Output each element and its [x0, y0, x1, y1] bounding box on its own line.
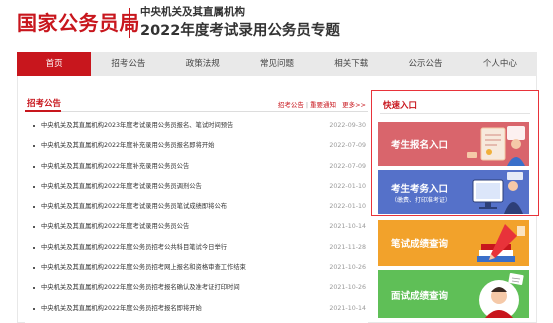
notice-title[interactable]: 中央机关及其直属机构2022年度考试录用公务员调剂公告 [41, 177, 202, 197]
quick-entry-divider [380, 113, 530, 114]
nav-item-home[interactable]: 首页 [17, 52, 92, 76]
topic-title: 2022年度考试录用公务员专题 [140, 23, 340, 39]
notice-panel-header: 招考公告 招考公告 | 重要通知 更多>> [25, 96, 368, 112]
notice-item[interactable]: 中央机关及其直属机构2022年度公务员招考报名即将开始 2021-10-14 [25, 299, 368, 319]
quick-entry-title: 快速入口 [383, 101, 418, 111]
org-name: 中央机关及其直属机构 [140, 6, 245, 18]
link-separator: | [305, 101, 309, 109]
notice-date: 2022-01-10 [329, 203, 366, 211]
header-divider [129, 8, 130, 38]
notice-title[interactable]: 中央机关及其直属机构2022年度公务员招考公共科目笔试今日举行 [41, 238, 227, 258]
title-underline [25, 110, 61, 112]
notice-date: 2022-01-10 [329, 182, 366, 190]
bullet [33, 287, 35, 290]
link-announcements[interactable]: 招考公告 [278, 101, 304, 109]
notice-date: 2021-11-28 [329, 243, 366, 251]
bullet [33, 307, 35, 310]
written-score-query-label: 笔试成绩查询 [391, 239, 449, 250]
bullet [33, 206, 35, 209]
site-title[interactable]: 国家公务员局 [17, 7, 140, 36]
exam-affairs-label: 考生考务入口 [391, 184, 449, 195]
notice-date: 2021-10-26 [329, 284, 366, 292]
exam-affairs-button[interactable]: 考生考务入口 （缴费、打印准考证） [378, 170, 529, 214]
nav-item-policies[interactable]: 政策法规 [166, 52, 240, 76]
link-spacer [338, 101, 340, 109]
bullet [33, 226, 35, 229]
applicant-registration-button[interactable]: 考生报名入口 [378, 122, 529, 166]
notice-title[interactable]: 中央机关及其直属机构2022年度考试录用公务员笔试成绩即将公布 [41, 197, 227, 217]
bullet [33, 125, 35, 127]
interview-score-query-button[interactable]: 面试成绩查询 [378, 270, 529, 318]
books-pencil-icon [477, 224, 525, 262]
nav-item-downloads[interactable]: 相关下载 [314, 52, 388, 76]
notice-item[interactable]: 中央机关及其直属机构2022年度公务员招考公共科目笔试今日举行 2021-11-2… [25, 238, 368, 258]
interviewee-icon [479, 273, 524, 318]
notice-title[interactable]: 中央机关及其直属机构2022年度公务员招考报名确认及准考证打印时间 [41, 278, 240, 298]
notice-title[interactable]: 中央机关及其直属机构2022年度补充录用公务员报名即将开始 [41, 136, 214, 156]
notice-item[interactable]: 中央机关及其直属机构2022年度考试录用公务员笔试成绩即将公布 2022-01-1… [25, 197, 368, 217]
bullet [33, 145, 35, 148]
notice-title[interactable]: 中央机关及其直属机构2022年度公务员招考网上报名和资格审查工作结束 [41, 258, 246, 278]
notice-list: 中央机关及其直属机构2023年度考试录用公务员报名、笔试时间预告 2022-09-… [25, 116, 368, 319]
notice-item[interactable]: 中央机关及其直属机构2022年度考试录用公务员公告 2021-10-14 [25, 217, 368, 237]
notice-item[interactable]: 中央机关及其直属机构2022年度公务员招考网上报名和资格审查工作结束 2021-1… [25, 258, 368, 278]
notice-item[interactable]: 中央机关及其直属机构2022年度考试录用公务员调剂公告 2022-01-10 [25, 177, 368, 197]
notice-date: 2021-10-14 [329, 304, 366, 312]
notice-item[interactable]: 中央机关及其直属机构2022年度补充录用公务员公告 2022-07-09 [25, 157, 368, 177]
registration-illustration-icon [467, 126, 525, 166]
bullet [33, 267, 35, 270]
notice-panel-title: 招考公告 [27, 99, 62, 109]
applicant-registration-label: 考生报名入口 [391, 140, 449, 151]
notice-panel: 招考公告 招考公告 | 重要通知 更多>> 中央机关及其直属机构2023年度考试录用… [25, 96, 368, 323]
notice-date: 2022-09-30 [329, 122, 366, 129]
written-score-query-button[interactable]: 笔试成绩查询 [378, 220, 529, 266]
nav-item-personal-center[interactable]: 个人中心 [463, 52, 537, 76]
nav-item-announcements[interactable]: 招考公告 [91, 52, 165, 76]
notice-item[interactable]: 中央机关及其直属机构2022年度公务员招考报名确认及准考证打印时间 2021-10… [25, 278, 368, 298]
bullet [33, 185, 35, 188]
nav-item-notices[interactable]: 公示公告 [388, 52, 462, 76]
site-header: 国家公务员局 中央机关及其直属机构 2022年度考试录用公务员专题 [0, 0, 553, 48]
notice-date: 2021-10-26 [329, 264, 366, 272]
notice-title[interactable]: 中央机关及其直属机构2023年度考试录用公务员报名、笔试时间预告 [41, 116, 233, 136]
notice-item[interactable]: 中央机关及其直属机构2023年度考试录用公务员报名、笔试时间预告 2022-09-… [25, 116, 368, 136]
notice-title[interactable]: 中央机关及其直属机构2022年度补充录用公务员公告 [41, 157, 189, 177]
notice-title[interactable]: 中央机关及其直属机构2022年度公务员招考报名即将开始 [41, 299, 202, 319]
link-important-notices[interactable]: 重要通知 [310, 101, 336, 109]
computer-user-icon [472, 172, 523, 214]
notice-title[interactable]: 中央机关及其直属机构2022年度考试录用公务员公告 [41, 217, 189, 237]
notice-item[interactable]: 中央机关及其直属机构2022年度补充录用公务员报名即将开始 2022-07-09 [25, 136, 368, 156]
notice-panel-links: 招考公告 | 重要通知 更多>> [278, 99, 366, 109]
bullet [33, 165, 35, 168]
notice-date: 2021-10-14 [329, 223, 366, 231]
bullet [33, 246, 35, 249]
interview-score-query-label: 面试成绩查询 [391, 291, 449, 302]
exam-affairs-sublabel: （缴费、打印准考证） [391, 197, 452, 204]
main-nav: 首页 招考公告 政策法规 常见问题 相关下载 公示公告 个人中心 [17, 52, 537, 76]
nav-item-faq[interactable]: 常见问题 [240, 52, 314, 76]
more-link[interactable]: 更多>> [342, 101, 366, 109]
notice-date: 2022-07-09 [329, 162, 366, 170]
notice-date: 2022-07-09 [329, 142, 366, 150]
